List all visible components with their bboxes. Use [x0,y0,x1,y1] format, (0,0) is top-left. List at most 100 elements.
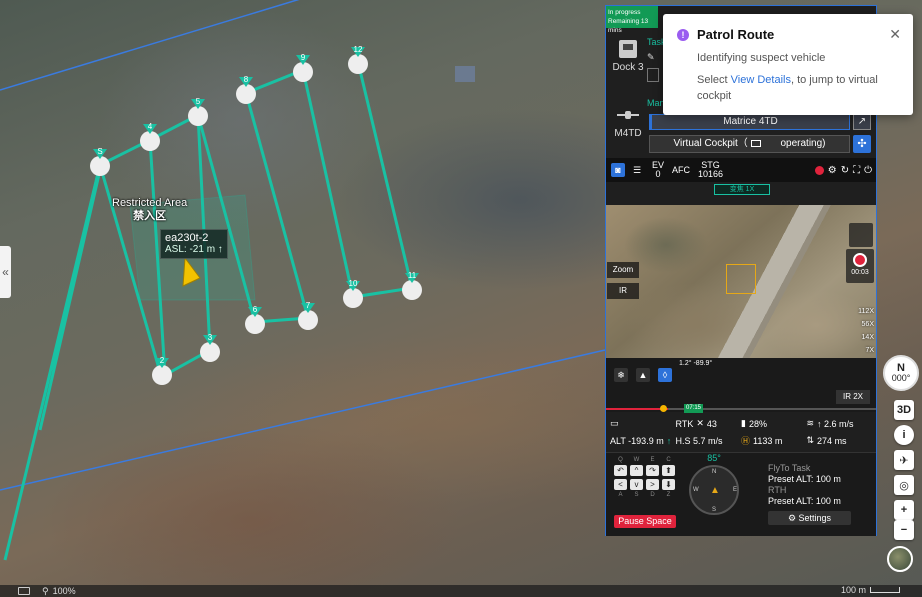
dock-status-icon: ✎ [647,52,655,62]
attitude-angle: 85° [707,453,721,463]
record-button[interactable]: 00:03 [846,249,874,283]
expand-icon[interactable]: ↗ [853,114,871,130]
boundary-line [0,349,606,491]
view-details-link[interactable]: View Details [731,74,791,86]
drone-card[interactable]: M4TD [610,110,646,139]
svg-text:10: 10 [349,279,358,288]
locate-icon[interactable]: ◎ [894,475,914,495]
boundary-line [0,0,300,91]
dock-card[interactable]: Dock 3 [610,40,646,84]
signal-readout: ▭ [610,418,676,429]
drone-tag[interactable]: ea230t-2 ASL: -21 m ↑ [160,229,228,259]
chevron-left-icon: « [2,265,9,279]
monitor-icon [750,139,761,147]
keyboard-controls[interactable]: QWEC ↶ ^ ↷ ⬆ < v > ⬇ ASDZ [614,457,678,498]
waypoint-4: 4 [140,122,160,151]
svg-text:S: S [97,147,102,156]
patrol-route[interactable] [3,61,414,561]
3d-toggle-button[interactable]: 3D [894,400,914,420]
battery-icon: ▮ [741,418,746,428]
waypoint-3: 3 [200,333,220,362]
ascend-key: ⬆ [662,465,675,476]
zoom-in-button[interactable]: + [894,500,914,520]
svg-text:6: 6 [253,305,258,314]
drone-name: ea230t-2 [165,232,209,244]
snowflake-icon[interactable]: ❄ [614,368,628,382]
drone-control-icon[interactable]: ✣ [853,135,871,153]
device-select[interactable]: Matrice 4TD [649,114,850,130]
scale-bar: 100 m [841,585,900,595]
svg-text:9: 9 [301,53,306,62]
pause-button[interactable]: Pause Space [614,515,676,528]
restricted-area-label: Restricted Area 禁入区 [112,197,187,223]
notification-action-text: Select View Details, to jump to virtual … [697,74,878,102]
right-key: > [646,479,659,490]
manage-label: Man [647,98,665,108]
notification-title: Patrol Route [697,27,775,42]
waypoint-8: 8 [236,75,256,104]
alert-icon: ! [677,29,689,41]
distance-readout: ⇅ 274 ms [806,435,847,446]
drone-model: M4TD [614,128,642,139]
zoom-out-button[interactable]: − [894,520,914,540]
restricted-area-en: Restricted Area [112,197,188,209]
svg-text:7: 7 [306,301,311,310]
zoom-mode-chip[interactable]: 变焦 1X [714,184,770,195]
gimbal-icon[interactable]: ◊ [658,368,672,382]
home-icon: Ⓗ [741,436,751,446]
gear-icon[interactable]: ⚙ [828,165,837,176]
ir-lens-button[interactable]: IR [607,283,639,299]
layer-switch-button[interactable] [887,546,913,572]
building-icon [455,66,475,82]
timeline[interactable]: 07:15 [606,404,876,413]
svg-text:12: 12 [354,45,363,54]
map-status-bar: ⚲ 100% 100 m [0,585,922,597]
storage-readout: STG 10166 [698,160,724,179]
vspeed-readout: ≋ ↑ 2.6 m/s [806,418,854,429]
virtual-cockpit-button[interactable]: Virtual Cockpit（ operating) [649,135,850,153]
timeline-knob[interactable] [660,405,667,412]
adjust-icon[interactable]: ☰ [630,163,644,177]
info-icon[interactable]: i [894,425,914,445]
zoom-lens-button[interactable]: Zoom [607,262,639,278]
power-icon[interactable]: ⏻ [864,165,872,176]
close-icon[interactable]: ✕ [889,26,901,43]
compass-letter: N [897,362,905,374]
task-remaining: Remaining 13 mins [608,18,649,34]
attitude-indicator: 85° N E S W ▲ [686,453,742,533]
svg-text:3: 3 [208,333,213,342]
compass-heading: 000° [891,373,911,383]
video-icon[interactable] [849,223,873,247]
afc-button[interactable]: AFC [672,165,690,175]
camera-icon[interactable]: ◙ [611,163,625,177]
signal-icon: ▭ [610,418,619,428]
battery-readout: ▮ 28% [741,418,767,429]
gear-icon: ⚙ [787,513,797,523]
target-box [726,264,756,294]
keyboard-icon[interactable] [18,587,30,595]
descend-key: ⬇ [662,479,675,490]
notification-message: Identifying suspect vehicle [697,52,826,64]
ev-readout[interactable]: EV 0 [652,161,664,179]
fullscreen-icon[interactable]: ⛶ [853,165,860,176]
camera-toolbar: ◙ ☰ EV 0 AFC STG 10166 ⚙ ↻ ⛶ ⏻ [606,158,876,182]
camera-feed[interactable]: Zoom IR 00:03 112X 56X 14X 7X 3X 1X [606,205,876,358]
down-key: v [630,479,643,490]
rtk-readout: RTK ✕ 43 [675,418,717,429]
svg-text:2: 2 [160,356,165,365]
ir-zoom-button[interactable]: IR 2X [836,390,870,404]
compass[interactable]: N 000° [883,355,919,391]
zoom-scale[interactable]: 112X 56X 14X 7X 3X 1X [838,305,874,358]
dock-name: Dock 3 [612,62,644,73]
image-icon[interactable]: ▲ [636,368,650,382]
flight-control-area: QWEC ↶ ^ ↷ ⬆ < v > ⬇ ASDZ Pause Space 85° N E … [606,452,876,536]
alt-readout: ALT -193.9 m ↑ [610,435,672,446]
refresh-icon[interactable]: ↻ [841,165,849,176]
record-icon[interactable] [814,165,824,175]
drone-asl: ASL: -21 m ↑ [165,244,223,255]
waypoint-5: 5 [188,97,208,126]
settings-button[interactable]: ⚙ Settings [768,511,851,525]
plane-icon[interactable]: ✈ [894,450,914,470]
dock-checkbox[interactable] [647,68,659,82]
collapse-panel-button[interactable]: « [0,246,11,298]
